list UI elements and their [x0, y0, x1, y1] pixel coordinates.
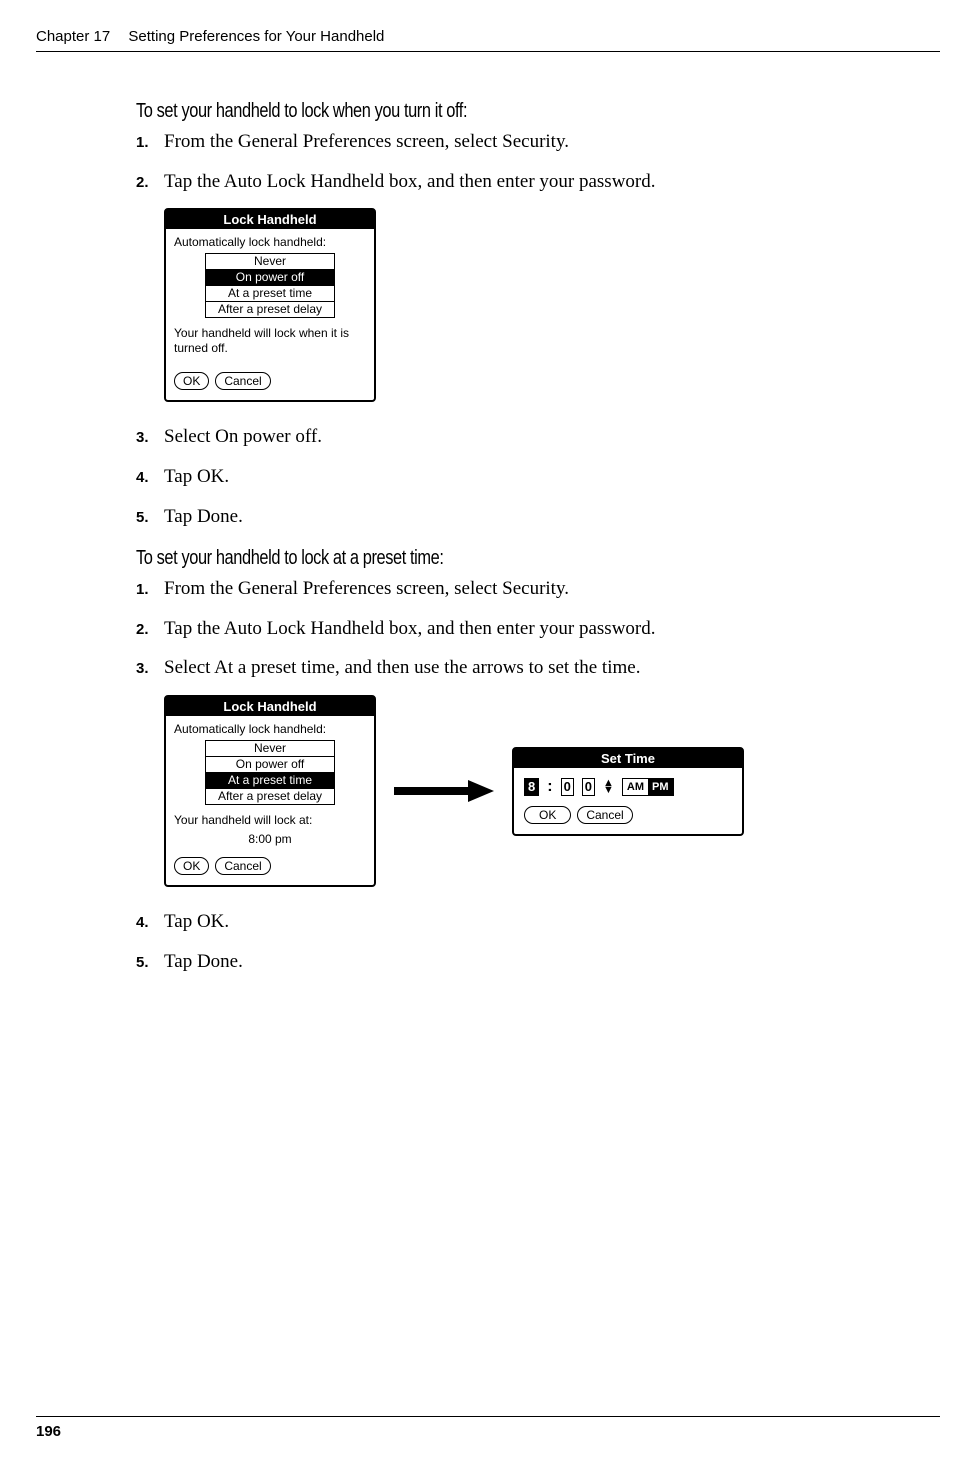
option-preset-delay[interactable]: After a preset delay — [206, 301, 334, 317]
cancel-button[interactable]: Cancel — [215, 372, 270, 390]
time-spinner[interactable]: ▲ ▼ — [603, 780, 614, 794]
lock-options-list[interactable]: Never On power off At a preset time Afte… — [205, 253, 335, 318]
chapter-title: Setting Preferences for Your Handheld — [128, 28, 384, 45]
lock-options-list[interactable]: Never On power off At a preset time Afte… — [205, 740, 335, 805]
step: 4.Tap OK. — [136, 464, 940, 490]
minute-tens[interactable]: 0 — [561, 778, 574, 796]
option-preset-time[interactable]: At a preset time — [206, 285, 334, 301]
section1-steps-cont: 3.Select On power off. 4.Tap OK. 5.Tap D… — [136, 424, 940, 529]
arrow-right-icon — [394, 780, 494, 802]
cancel-button[interactable]: Cancel — [215, 857, 270, 875]
ok-button[interactable]: OK — [174, 372, 209, 390]
dialog-body: Automatically lock handheld: Never On po… — [166, 716, 374, 885]
step-text: Tap the Auto Lock Handheld box, and then… — [164, 169, 656, 195]
step-number: 2. — [136, 620, 164, 640]
section1-heading: To set your handheld to lock when you tu… — [136, 100, 795, 123]
step-number: 2. — [136, 173, 164, 193]
step-number: 5. — [136, 508, 164, 528]
ok-button[interactable]: OK — [524, 806, 571, 824]
step-number: 3. — [136, 428, 164, 448]
option-on-power-off[interactable]: On power off — [206, 269, 334, 285]
step: 1.From the General Preferences screen, s… — [136, 129, 940, 155]
lock-handheld-dialog-2: Lock Handheld Automatically lock handhel… — [164, 695, 376, 887]
section2-steps-cont: 4.Tap OK. 5.Tap Done. — [136, 909, 940, 974]
step-number: 4. — [136, 913, 164, 933]
am-option[interactable]: AM — [623, 779, 648, 795]
step-text: Select On power off. — [164, 424, 322, 450]
step-number: 1. — [136, 580, 164, 600]
step: 3.Select On power off. — [136, 424, 940, 450]
step-text: Tap Done. — [164, 949, 243, 975]
step-text: From the General Preferences screen, sel… — [164, 129, 569, 155]
figure-2: Lock Handheld Automatically lock handhel… — [164, 695, 940, 887]
time-colon: : — [547, 778, 552, 796]
page-header: Chapter 17 Setting Preferences for Your … — [36, 0, 940, 52]
dialog-note: Your handheld will lock at: — [174, 813, 366, 828]
hour-field[interactable]: 8 — [524, 778, 539, 796]
dialog-buttons: OK Cancel — [524, 806, 732, 824]
chapter-label: Chapter 17 — [36, 28, 110, 45]
dialog-buttons: OK Cancel — [174, 857, 366, 875]
step: 5.Tap Done. — [136, 504, 940, 530]
step-text: From the General Preferences screen, sel… — [164, 576, 569, 602]
section1-steps: 1.From the General Preferences screen, s… — [136, 129, 940, 194]
dialog-body: Automatically lock handheld: Never On po… — [166, 229, 374, 400]
dialog-title: Lock Handheld — [166, 210, 374, 229]
option-never[interactable]: Never — [206, 741, 334, 756]
ampm-toggle[interactable]: AM PM — [622, 778, 674, 796]
page-number: 196 — [36, 1416, 940, 1440]
step-number: 5. — [136, 953, 164, 973]
step-text: Tap OK. — [164, 909, 229, 935]
arrow-down-icon[interactable]: ▼ — [603, 787, 614, 794]
dialog-buttons: OK Cancel — [174, 372, 366, 390]
time-row: 8 : 0 0 ▲ ▼ AM PM — [524, 778, 732, 796]
dialog-time: 8:00 pm — [174, 832, 366, 847]
step: 4.Tap OK. — [136, 909, 940, 935]
option-preset-delay[interactable]: After a preset delay — [206, 788, 334, 804]
option-on-power-off[interactable]: On power off — [206, 756, 334, 772]
step-text: Select At a preset time, and then use th… — [164, 655, 640, 681]
step-number: 3. — [136, 659, 164, 679]
minute-ones[interactable]: 0 — [582, 778, 595, 796]
page-content: To set your handheld to lock when you tu… — [0, 52, 976, 974]
dialog-prompt: Automatically lock handheld: — [174, 722, 366, 736]
option-preset-time[interactable]: At a preset time — [206, 772, 334, 788]
section2-heading: To set your handheld to lock at a preset… — [136, 547, 795, 570]
step-text: Tap Done. — [164, 504, 243, 530]
step: 2.Tap the Auto Lock Handheld box, and th… — [136, 616, 940, 642]
step: 3.Select At a preset time, and then use … — [136, 655, 940, 681]
step: 2.Tap the Auto Lock Handheld box, and th… — [136, 169, 940, 195]
step: 5.Tap Done. — [136, 949, 940, 975]
dialog-body: 8 : 0 0 ▲ ▼ AM PM OK Cancel — [514, 768, 742, 834]
option-never[interactable]: Never — [206, 254, 334, 269]
ok-button[interactable]: OK — [174, 857, 209, 875]
section2-steps: 1.From the General Preferences screen, s… — [136, 576, 940, 681]
step-text: Tap OK. — [164, 464, 229, 490]
pm-option[interactable]: PM — [648, 779, 673, 795]
dialog-note: Your handheld will lock when it is turne… — [174, 326, 366, 356]
cancel-button[interactable]: Cancel — [577, 806, 632, 824]
step-text: Tap the Auto Lock Handheld box, and then… — [164, 616, 656, 642]
dialog-title: Lock Handheld — [166, 697, 374, 716]
step-number: 1. — [136, 133, 164, 153]
dialog-title: Set Time — [514, 749, 742, 768]
dialog-prompt: Automatically lock handheld: — [174, 235, 366, 249]
set-time-dialog: Set Time 8 : 0 0 ▲ ▼ AM PM — [512, 747, 744, 836]
step-number: 4. — [136, 468, 164, 488]
lock-handheld-dialog-1: Lock Handheld Automatically lock handhel… — [164, 208, 376, 402]
step: 1.From the General Preferences screen, s… — [136, 576, 940, 602]
